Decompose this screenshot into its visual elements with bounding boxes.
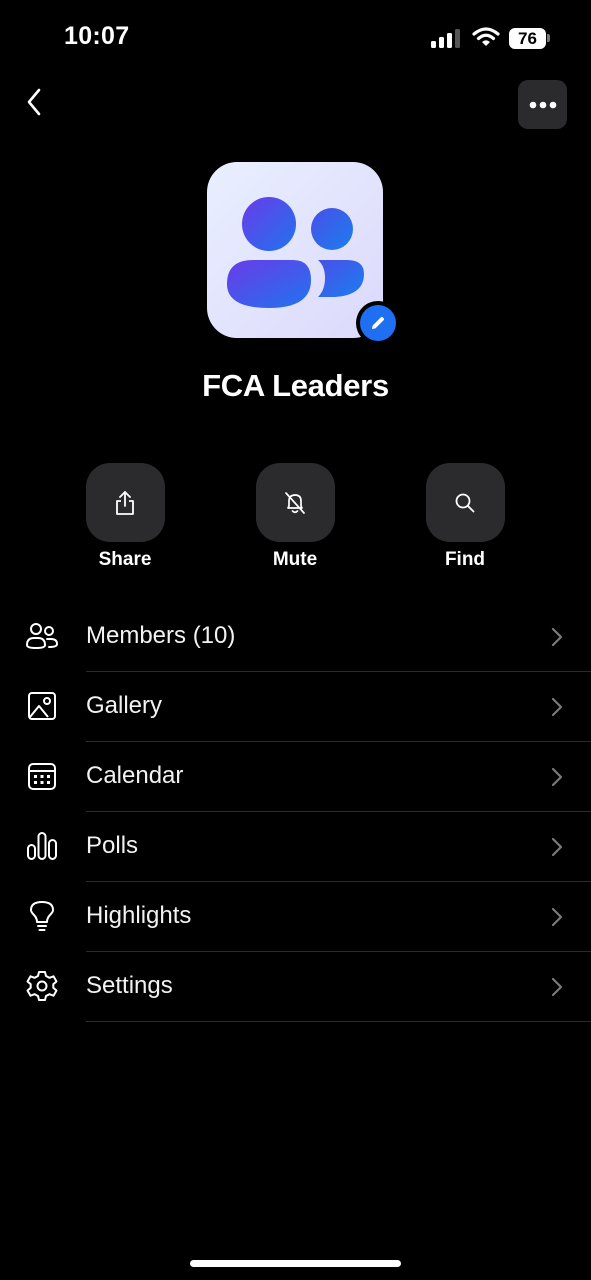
share-action[interactable]: Share bbox=[65, 463, 185, 571]
calendar-icon bbox=[25, 759, 59, 793]
mute-action[interactable]: Mute bbox=[235, 463, 355, 571]
members-icon bbox=[25, 619, 59, 653]
search-icon bbox=[455, 493, 475, 512]
mute-button[interactable] bbox=[255, 463, 335, 542]
menu-item-highlights[interactable]: Highlights bbox=[0, 882, 591, 952]
find-action[interactable]: Find bbox=[405, 463, 525, 571]
menu-item-calendar[interactable]: Calendar bbox=[0, 742, 591, 812]
share-label: Share bbox=[98, 549, 152, 570]
menu-item-label: Members (10) bbox=[86, 622, 236, 649]
home-indicator[interactable] bbox=[190, 1260, 401, 1267]
group-name: FCA Leaders bbox=[202, 368, 389, 403]
mute-label: Mute bbox=[272, 549, 318, 570]
menu-item-label: Settings bbox=[86, 972, 173, 999]
menu-item-settings[interactable]: Settings bbox=[0, 952, 591, 1022]
battery-icon: 76 bbox=[509, 28, 546, 49]
menu-divider bbox=[86, 1021, 591, 1022]
more-options-button[interactable] bbox=[518, 80, 567, 129]
group-avatar[interactable] bbox=[207, 162, 383, 338]
menu-item-label: Gallery bbox=[86, 692, 163, 719]
chevron-right-icon bbox=[551, 627, 563, 647]
battery-level: 76 bbox=[518, 29, 537, 48]
chevron-right-icon bbox=[551, 767, 563, 787]
gallery-icon bbox=[25, 689, 59, 723]
back-button[interactable] bbox=[16, 84, 52, 120]
share-icon bbox=[116, 490, 134, 515]
status-time: 10:07 bbox=[64, 22, 130, 50]
bell-slash-icon bbox=[285, 491, 305, 514]
cellular-signal-icon bbox=[431, 29, 460, 48]
chevron-right-icon bbox=[551, 697, 563, 717]
battery-nub bbox=[547, 34, 550, 42]
menu-item-polls[interactable]: Polls bbox=[0, 812, 591, 882]
find-label: Find bbox=[444, 549, 486, 570]
gear-icon bbox=[25, 969, 59, 1003]
chevron-right-icon bbox=[551, 977, 563, 997]
ellipsis-icon bbox=[529, 101, 556, 108]
lightbulb-icon bbox=[25, 899, 59, 933]
share-button[interactable] bbox=[85, 463, 165, 542]
wifi-icon bbox=[472, 27, 500, 46]
polls-icon bbox=[25, 829, 59, 863]
chevron-right-icon bbox=[551, 907, 563, 927]
menu-item-label: Highlights bbox=[86, 902, 192, 929]
edit-badge-circle bbox=[360, 305, 396, 341]
status-bar: 10:07 76 bbox=[0, 0, 591, 80]
people-icon bbox=[227, 197, 364, 308]
menu-item-label: Polls bbox=[86, 832, 139, 859]
group-menu-list: Members (10) Gallery Calendar Polls High… bbox=[0, 602, 591, 1022]
pencil-icon bbox=[372, 316, 385, 329]
menu-item-members[interactable]: Members (10) bbox=[0, 602, 591, 672]
menu-item-label: Calendar bbox=[86, 762, 184, 789]
chevron-left-icon bbox=[27, 88, 41, 116]
menu-item-gallery[interactable]: Gallery bbox=[0, 672, 591, 742]
edit-avatar-button[interactable] bbox=[356, 301, 400, 345]
find-button[interactable] bbox=[425, 463, 505, 542]
chevron-right-icon bbox=[551, 837, 563, 857]
